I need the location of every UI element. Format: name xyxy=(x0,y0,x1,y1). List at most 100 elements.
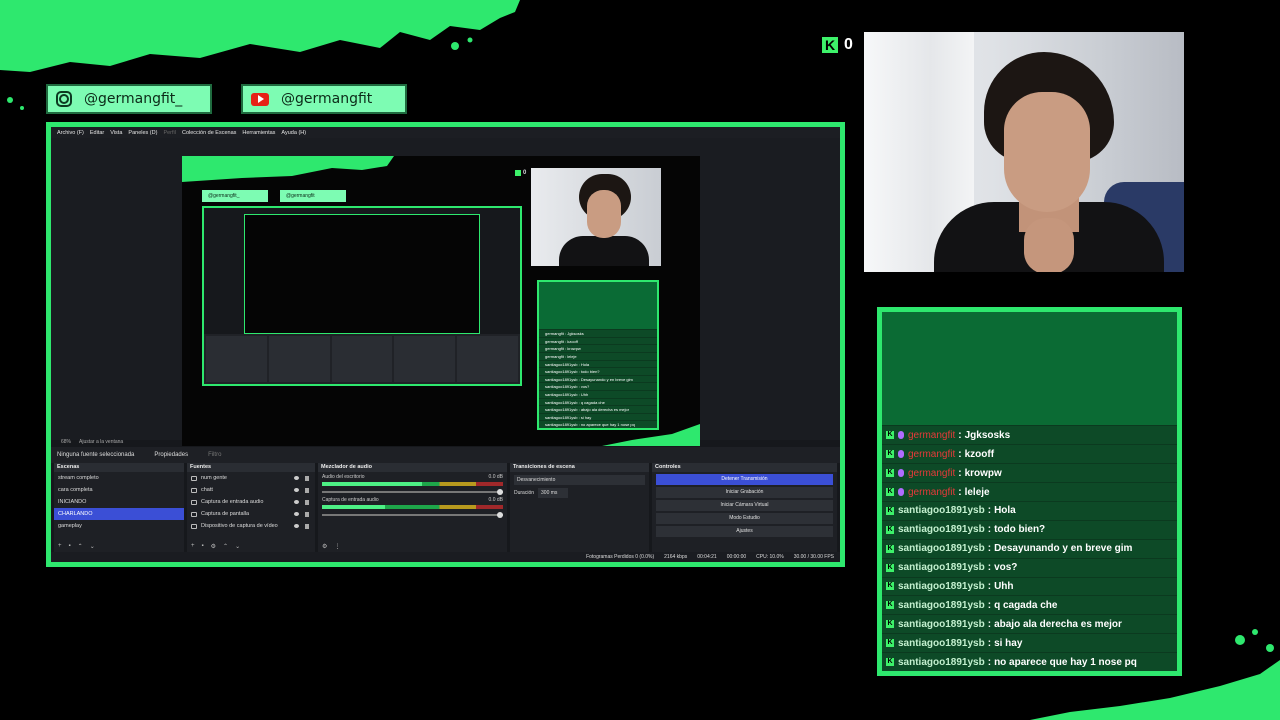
source-name: Captura de pantalla xyxy=(201,511,250,517)
visibility-eye-icon[interactable] xyxy=(294,524,299,528)
menu-item[interactable]: Colección de Escenas xyxy=(182,130,236,136)
chat-username[interactable]: santiagoo1891ysb xyxy=(898,562,985,573)
chat-username[interactable]: santiagoo1891ysb xyxy=(898,619,985,630)
chat-username[interactable]: germangfit xyxy=(908,430,955,441)
preview-chat-user: santiagoo1891ysb xyxy=(545,414,578,420)
source-item[interactable]: Dispositivo de captura de vídeo xyxy=(187,520,315,532)
menu-item[interactable]: Ayuda (H) xyxy=(281,130,306,136)
move-down-icon[interactable]: ⌄ xyxy=(235,543,240,550)
chat-username[interactable]: santiagoo1891ysb xyxy=(898,505,985,516)
chat-username[interactable]: santiagoo1891ysb xyxy=(898,657,985,668)
source-type-icon xyxy=(191,511,197,517)
preview-chat-user: germangfit xyxy=(545,338,564,344)
menu-item[interactable]: Editar xyxy=(90,130,104,136)
menu-item[interactable]: Archivo (F) xyxy=(57,130,84,136)
control-button[interactable]: Iniciar Cámara Virtual xyxy=(656,500,833,511)
chat-message: germangfit:leleje xyxy=(882,482,1177,501)
lock-icon[interactable] xyxy=(305,487,309,493)
preview-zoom-bar[interactable]: 68% Ajustar a la ventana xyxy=(61,439,123,445)
control-button[interactable]: Modo Estudio xyxy=(656,513,833,524)
menu-item[interactable]: Paneles (D) xyxy=(128,130,157,136)
mic-badge-icon xyxy=(898,469,904,478)
mixer-channel-name: Captura de entrada audio xyxy=(322,497,379,503)
preview-chat-line: santiagoo1891ysb : Desayunando y en brev… xyxy=(539,374,657,383)
mixer-settings-icon[interactable]: ⚙ xyxy=(322,543,327,550)
bitrate: 2164 kbps xyxy=(664,554,688,560)
preview-chat-line: santiagoo1891ysb : Hola xyxy=(539,359,657,368)
source-type-icon xyxy=(191,499,197,505)
lock-icon[interactable] xyxy=(305,475,309,481)
lock-icon[interactable] xyxy=(305,523,309,529)
kick-badge-icon xyxy=(886,619,894,629)
scene-item[interactable]: CHARLANDO xyxy=(54,508,184,520)
source-settings-icon[interactable]: ⚙ xyxy=(211,543,216,550)
scene-item[interactable]: INICIANDO xyxy=(54,496,184,508)
chat-username[interactable]: santiagoo1891ysb xyxy=(898,600,985,611)
duration-input[interactable]: 300 ms xyxy=(538,488,569,498)
volume-slider[interactable] xyxy=(322,512,503,518)
obs-menubar: Archivo (F) Editar Vista Paneles (D) Perfil C… xyxy=(51,127,840,138)
chat-username[interactable]: germangfit xyxy=(908,449,955,460)
mixer-menu-icon[interactable]: ⋮ xyxy=(334,543,340,550)
scene-item[interactable]: stream completo xyxy=(54,472,184,484)
preview-chat-line: germangfit : kzooff xyxy=(539,336,657,345)
chat-username[interactable]: germangfit xyxy=(908,468,955,479)
menu-item[interactable]: Perfil xyxy=(163,130,176,136)
zoom-level[interactable]: 68% xyxy=(61,439,71,445)
preview-chat-user: santiagoo1891ysb xyxy=(545,384,578,390)
chat-username[interactable]: santiagoo1891ysb xyxy=(898,638,985,649)
source-type-icon xyxy=(191,487,197,493)
visibility-eye-icon[interactable] xyxy=(294,512,299,516)
source-item[interactable]: num gente xyxy=(187,472,315,484)
chat-text: krowpw xyxy=(964,467,1002,479)
control-button[interactable]: Iniciar Grabación xyxy=(656,487,833,498)
remove-source-button[interactable]: ▪ xyxy=(202,543,204,549)
visibility-eye-icon[interactable] xyxy=(294,476,299,480)
preview-chat-text: Uhh xyxy=(580,392,589,398)
visibility-eye-icon[interactable] xyxy=(294,488,299,492)
source-item[interactable]: Captura de entrada audio xyxy=(187,496,315,508)
chat-text: Hola xyxy=(994,505,1016,517)
source-item[interactable]: Captura de pantalla xyxy=(187,508,315,520)
fit-to-window[interactable]: Ajustar a la ventana xyxy=(79,439,123,445)
properties-button[interactable]: Propiedades xyxy=(154,452,188,458)
move-down-icon[interactable]: ⌄ xyxy=(90,543,95,550)
mic-badge-icon xyxy=(898,488,904,497)
scene-item[interactable]: cara completa xyxy=(54,484,184,496)
chat-username[interactable]: santiagoo1891ysb xyxy=(898,543,985,554)
mixer-channel-header: Audio del escritorio 0.0 dB xyxy=(322,474,503,480)
control-button[interactable]: Detener Transmisión xyxy=(656,474,833,485)
chat-separator: : xyxy=(987,543,992,555)
obs-docks: Escenas stream completo cara completa INIC… xyxy=(51,463,840,552)
chat-separator: : xyxy=(987,505,992,517)
volume-slider[interactable] xyxy=(322,489,503,495)
mixer-channel-header: Captura de entrada audio 0.0 dB xyxy=(322,497,503,503)
control-button[interactable]: Ajustes xyxy=(656,526,833,537)
add-scene-button[interactable]: + xyxy=(58,543,62,549)
move-up-icon[interactable]: ⌃ xyxy=(78,543,83,550)
chat-username[interactable]: santiagoo1891ysb xyxy=(898,524,985,535)
transition-select[interactable]: Desvanecimiento xyxy=(514,475,645,485)
add-source-button[interactable]: + xyxy=(191,543,195,549)
lock-icon[interactable] xyxy=(305,511,309,517)
obs-statusbar: Fotogramas Perdidos 0 (0.0%) 2164 kbps 0… xyxy=(51,552,840,562)
preview-chat-text: vos? xyxy=(580,384,590,390)
scene-item[interactable]: gameplay xyxy=(54,520,184,532)
menu-item[interactable]: Vista xyxy=(110,130,122,136)
lock-icon[interactable] xyxy=(305,499,309,505)
remove-scene-button[interactable]: ▪ xyxy=(69,543,71,549)
chat-username[interactable]: santiagoo1891ysb xyxy=(898,581,985,592)
menu-item[interactable]: Herramientas xyxy=(242,130,275,136)
preview-chat-line: santiagoo1891ysb : Uhh xyxy=(539,390,657,398)
kick-badge-icon xyxy=(886,449,894,459)
move-up-icon[interactable]: ⌃ xyxy=(223,543,228,550)
preview-chat-text: Jgksosks xyxy=(567,331,584,337)
visibility-eye-icon[interactable] xyxy=(294,500,299,504)
chat-text: kzooff xyxy=(964,448,995,460)
filters-button[interactable]: Filtro xyxy=(208,452,221,458)
controls-title: Controles xyxy=(652,463,837,472)
mixer-channel: Captura de entrada audio 0.0 dB xyxy=(318,495,507,518)
preview-chat-text: si hay xyxy=(580,414,592,420)
chat-username[interactable]: germangfit xyxy=(908,487,955,498)
source-item[interactable]: chatt xyxy=(187,484,315,496)
